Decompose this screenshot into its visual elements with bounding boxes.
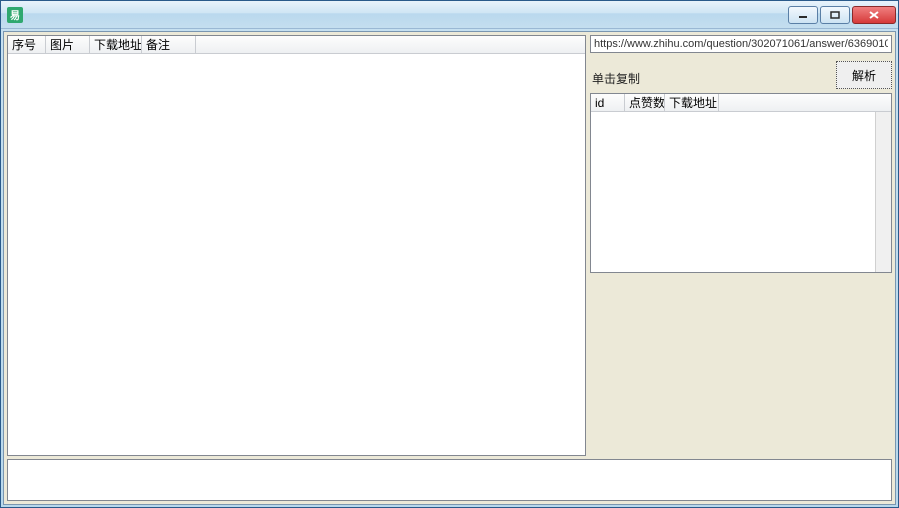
- copy-hint-label[interactable]: 单击复制: [590, 70, 836, 89]
- right-list-body[interactable]: [591, 112, 891, 272]
- left-column-headers: 序号 图片 下载地址 备注: [8, 36, 585, 54]
- minimize-button[interactable]: [788, 6, 818, 24]
- right-scrollbar[interactable]: [875, 112, 891, 272]
- right-empty-area: [590, 275, 892, 456]
- app-icon: 易: [7, 7, 23, 23]
- right-col-filler: [719, 94, 891, 111]
- left-col-index[interactable]: 序号: [8, 36, 46, 53]
- minimize-icon: [798, 11, 808, 19]
- left-col-image[interactable]: 图片: [46, 36, 90, 53]
- right-pane: 单击复制 解析 id 点赞数 下载地址: [590, 35, 892, 456]
- parse-button[interactable]: 解析: [836, 61, 892, 89]
- titlebar: 易: [1, 1, 898, 29]
- right-col-likes[interactable]: 点赞数: [625, 94, 665, 111]
- right-col-url[interactable]: 下载地址: [665, 94, 719, 111]
- close-icon: [868, 10, 880, 20]
- left-col-filler: [196, 36, 585, 53]
- left-list-body[interactable]: [8, 54, 585, 455]
- upper-area: 序号 图片 下载地址 备注 单击复制 解析 id: [7, 35, 892, 456]
- right-listview[interactable]: id 点赞数 下载地址: [590, 93, 892, 273]
- app-window: 易 序号 图片 下载地址 备注: [0, 0, 899, 508]
- maximize-icon: [830, 11, 840, 19]
- status-textbox[interactable]: [7, 459, 892, 501]
- left-listview[interactable]: 序号 图片 下载地址 备注: [7, 35, 586, 456]
- right-col-id[interactable]: id: [591, 94, 625, 111]
- maximize-button[interactable]: [820, 6, 850, 24]
- action-row: 单击复制 解析: [590, 55, 892, 91]
- close-button[interactable]: [852, 6, 896, 24]
- url-input[interactable]: [590, 35, 892, 53]
- right-column-headers: id 点赞数 下载地址: [591, 94, 891, 112]
- left-col-note[interactable]: 备注: [142, 36, 196, 53]
- left-col-url[interactable]: 下载地址: [90, 36, 142, 53]
- client-area: 序号 图片 下载地址 备注 单击复制 解析 id: [3, 31, 896, 505]
